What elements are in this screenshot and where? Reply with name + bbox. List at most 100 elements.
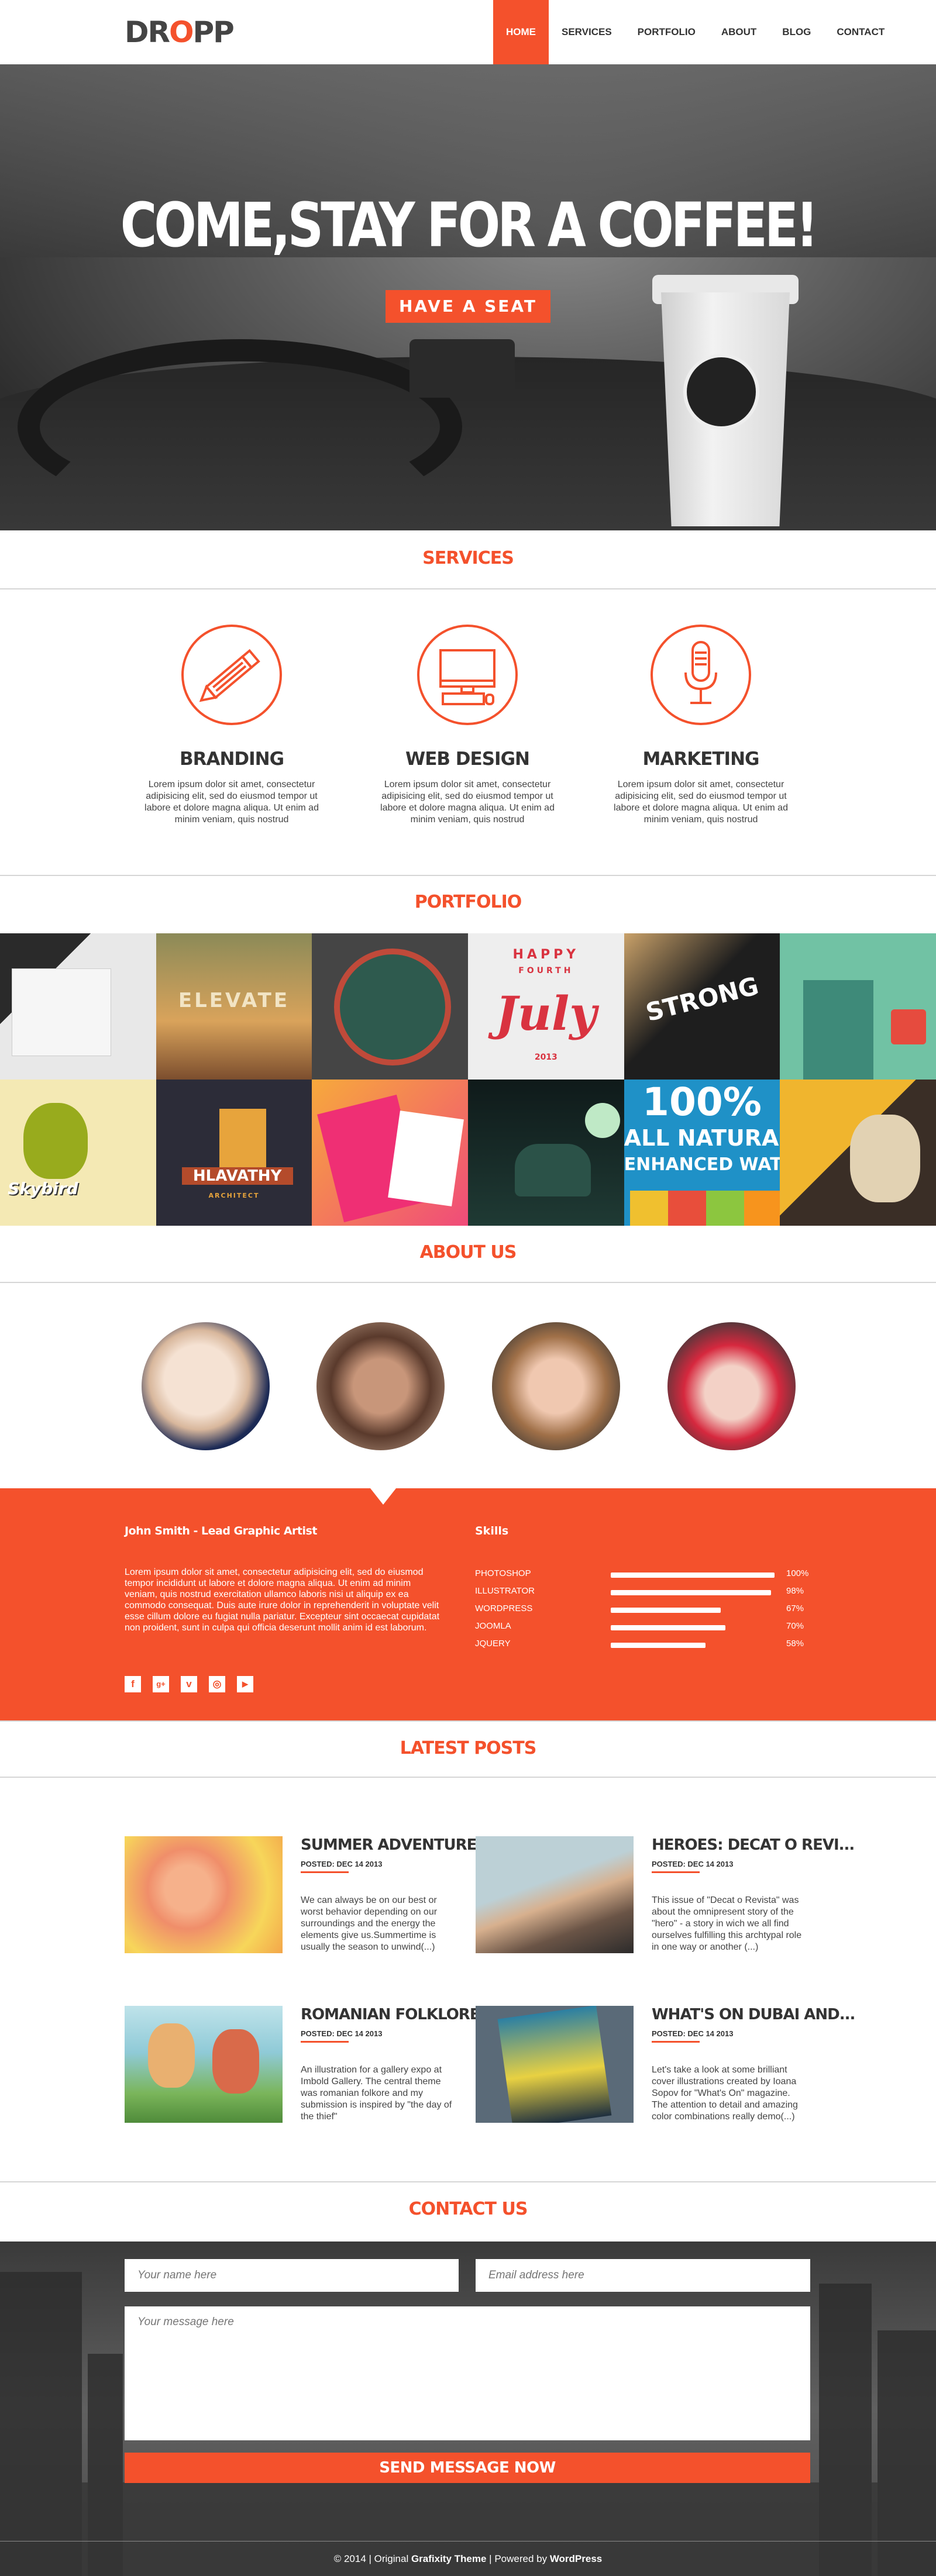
portfolio-item[interactable] [780,1080,936,1226]
skill-bar [611,1608,721,1613]
headphones-image [18,339,462,515]
avatar[interactable] [142,1322,270,1450]
nav-contact[interactable]: CONTACT [824,0,897,64]
footer-theme-link[interactable]: Grafixity Theme [411,2553,487,2564]
skill-bar [611,1643,706,1648]
post-title[interactable]: SUMMER ADVENTURES... [301,1836,503,1854]
post-title[interactable]: WHAT'S ON DUBAI AND... [652,2006,855,2023]
site-footer: © 2014 | Original Grafixity Theme | Powe… [0,2541,936,2576]
post-excerpt: This issue of "Decat o Revista" was abou… [652,1895,802,1952]
panel-pointer [370,1488,396,1505]
post-title[interactable]: HEROES: DECAT O REVI... [652,1836,855,1854]
service-branding: BRANDING Lorem ipsum dolor sit amet, con… [138,625,325,826]
footer-copyright: © 2014 | Original [333,2553,411,2564]
service-marketing: MARKETING Lorem ipsum dolor sit amet, co… [607,625,794,826]
latest-posts-title: LATEST POSTS [400,1738,537,1758]
post-card[interactable]: ROMANIAN FOLKLORE POSTED: DEC 14 2013 An… [125,2006,480,2134]
post-accent-line [301,1871,349,1873]
skill-row: WORDPRESS 67% [475,1603,826,1616]
skill-name: ILLUSTRATOR [475,1586,535,1596]
service-text: Lorem ipsum dolor sit amet, consectetur … [144,780,319,825]
service-text: Lorem ipsum dolor sit amet, consectetur … [614,780,788,825]
services-title: SERVICES [422,548,514,568]
post-accent-line [301,2041,349,2043]
avatar[interactable] [492,1322,620,1450]
message-textarea[interactable] [125,2306,810,2440]
post-card[interactable]: SUMMER ADVENTURES... POSTED: DEC 14 2013… [125,1836,503,1965]
email-input[interactable] [476,2259,810,2292]
vimeo-icon[interactable]: v [181,1676,197,1692]
facebook-icon[interactable]: f [125,1676,141,1692]
site-header: DROPP HOME SERVICES PORTFOLIO ABOUT BLOG… [0,0,936,64]
portfolio-item[interactable] [312,1080,468,1226]
divider [0,2181,936,2182]
nav-blog[interactable]: BLOG [769,0,824,64]
post-date: POSTED: DEC 14 2013 [652,2029,734,2038]
post-thumbnail[interactable] [125,1836,283,1953]
service-title: BRANDING [179,749,284,770]
portfolio-item[interactable] [0,933,156,1080]
portfolio-item[interactable]: HAPPY FOURTH July 2013 [467,933,624,1080]
skill-bar [611,1590,771,1595]
post-date: POSTED: DEC 14 2013 [301,2029,383,2038]
post-thumbnail[interactable] [476,1836,634,1953]
post-accent-line [652,1871,700,1873]
name-input[interactable] [125,2259,459,2292]
skill-value: 100% [786,1568,809,1578]
social-links: f g+ v ◎ ▶ [125,1676,253,1692]
service-title: WEB DESIGN [405,749,530,770]
site-logo[interactable]: DROPP [125,15,235,49]
portfolio-item[interactable]: HLAVATHY ARCHITECT [156,1080,312,1226]
pencil-icon [181,625,282,725]
nav-services[interactable]: SERVICES [549,0,625,64]
nav-portfolio[interactable]: PORTFOLIO [625,0,708,64]
post-card[interactable]: HEROES: DECAT O REVI... POSTED: DEC 14 2… [476,1836,855,1965]
send-message-button[interactable]: SEND MESSAGE NOW [125,2453,810,2483]
portfolio-item[interactable]: Skybird [0,1080,156,1226]
post-title[interactable]: ROMANIAN FOLKLORE [301,2006,480,2023]
youtube-icon[interactable]: ▶ [237,1676,253,1692]
post-accent-line [652,2041,700,2043]
nav-home[interactable]: HOME [493,0,549,64]
portfolio-item[interactable] [780,933,936,1080]
skill-name: JOOMLA [475,1621,511,1631]
post-card[interactable]: WHAT'S ON DUBAI AND... POSTED: DEC 14 20… [476,2006,855,2134]
service-web-design: WEB DESIGN Lorem ipsum dolor sit amet, c… [374,625,561,826]
skill-value: 98% [786,1586,804,1596]
skill-row: JOOMLA 70% [475,1621,826,1634]
footer-wordpress-link[interactable]: WordPress [550,2553,602,2564]
post-excerpt: Let's take a look at some brilliant cove… [652,2065,798,2122]
monitor-icon [417,625,518,725]
skill-bar [611,1573,775,1578]
instagram-icon[interactable]: ◎ [209,1676,225,1692]
skill-row: JQUERY 58% [475,1639,826,1651]
divider [0,588,936,589]
google-plus-icon[interactable]: g+ [153,1676,169,1692]
avatar[interactable] [316,1322,445,1450]
portfolio-title: PORTFOLIO [414,892,522,912]
skill-value: 70% [786,1621,804,1631]
camera-image [410,339,515,398]
portfolio-item[interactable]: 100% ALL NATURAL ENHANCED WATER [624,1080,780,1226]
contact-title: CONTACT US [408,2199,528,2219]
portfolio-item[interactable] [312,933,468,1080]
post-thumbnail[interactable] [476,2006,634,2123]
microphone-icon [651,625,751,725]
service-text: Lorem ipsum dolor sit amet, consectetur … [380,780,555,825]
portfolio-item[interactable]: STRONG [624,933,780,1080]
post-date: POSTED: DEC 14 2013 [301,1860,383,1868]
skill-value: 67% [786,1603,804,1613]
post-excerpt: An illustration for a gallery expo at Im… [301,2065,452,2122]
divider [0,1282,936,1283]
avatar[interactable] [667,1322,796,1450]
member-bio: Lorem ipsum dolor sit amet, consectetur … [125,1567,440,1633]
nav-about[interactable]: ABOUT [708,0,769,64]
skill-value: 58% [786,1639,804,1649]
post-thumbnail[interactable] [125,2006,283,2123]
about-title: ABOUT US [419,1242,517,1263]
portfolio-item[interactable] [467,1080,624,1226]
footer-powered-by: | Powered by [486,2553,550,2564]
portfolio-item[interactable]: ELEVATE [156,933,312,1080]
skill-name: JQUERY [475,1639,511,1649]
have-a-seat-button[interactable]: HAVE A SEAT [386,290,550,323]
